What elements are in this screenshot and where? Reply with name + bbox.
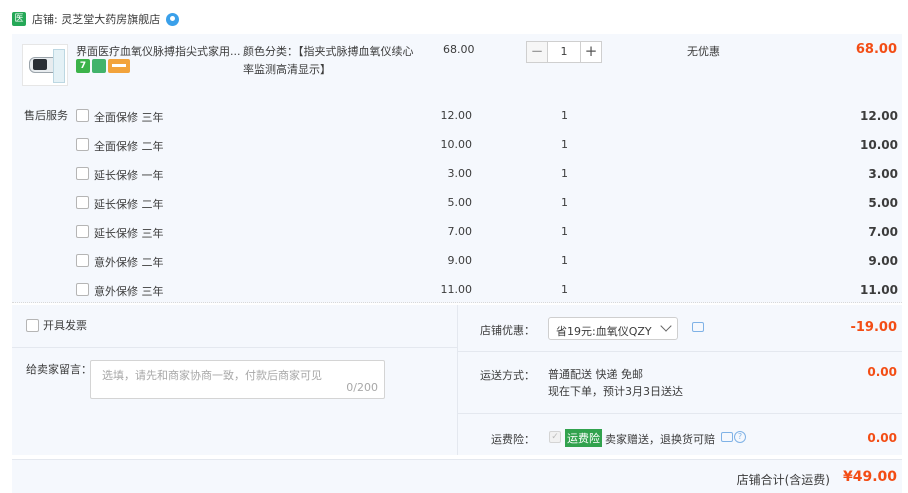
promo-value: -19.00 [850,320,897,335]
service-checkbox[interactable] [76,283,89,296]
service-name: 延长保修 一年 [94,169,164,182]
store-promo-select[interactable]: 省19元:血氧仪QZY [548,317,678,340]
service-price: 3.00 [447,167,473,180]
quantity-stepper: − 1 + [526,41,602,63]
service-name: 全面保修 三年 [94,111,164,124]
unit-price: 68.00 [443,43,475,56]
service-row: 延长保修 三年 7.00 1 7.00 [12,223,902,240]
insurance-value: 0.00 [867,431,897,445]
service-checkbox[interactable] [76,196,89,209]
invoice-checkbox[interactable] [26,318,39,332]
product-badges: 7 [76,59,130,73]
insurance-tag: 运费险 [565,429,602,447]
divider [12,347,457,348]
service-name: 全面保修 二年 [94,140,164,153]
store-total-bar: 店铺合计(含运费) ¥49.00 [12,459,902,493]
oximeter-screen-shape [33,59,47,70]
chat-bubble-icon[interactable] [721,432,733,442]
credit-card-icon[interactable] [108,59,130,73]
service-name: 延长保修 三年 [94,227,164,240]
product-subtotal: 68.00 [855,42,897,57]
service-price: 10.00 [440,138,473,151]
service-subtotal: 11.00 [860,283,898,297]
service-price: 11.00 [440,283,473,296]
service-subtotal: 5.00 [868,196,898,210]
service-subtotal: 3.00 [868,167,898,181]
service-qty: 1 [561,167,568,180]
quantity-plus-button[interactable]: + [580,41,602,63]
invoice-option[interactable]: 开具发票 [26,317,87,333]
seven-day-return-icon[interactable]: 7 [76,59,90,73]
quantity-input[interactable]: 1 [548,41,580,63]
quantity-minus-button[interactable]: − [526,41,548,63]
service-name: 意外保修 三年 [94,285,164,298]
invoice-label[interactable]: 开具发票 [43,317,87,333]
help-icon[interactable]: ? [734,431,746,443]
chat-bubble-icon[interactable] [692,322,704,332]
message-placeholder: 选填，请先和商家协商一致，付款后商家可见 [102,369,322,382]
insurance-desc: 卖家赠送，退换货可赔 [605,433,715,446]
product-spec: 颜色分类：【指夹式脉搏血氧仪续心率监测高清显示】 [243,45,414,76]
service-row: 全面保修 二年 10.00 1 10.00 [12,136,902,153]
insurance-label: 运费险： [491,433,535,446]
service-price: 9.00 [447,254,473,267]
service-row: 意外保修 二年 9.00 1 9.00 [12,252,902,269]
store-total-value: ¥49.00 [842,469,897,485]
store-header: 医 店铺: 灵芝堂大药房旗舰店 [12,11,180,27]
store-total-label: 店铺合计(含运费) [736,473,830,487]
order-options-panel: 开具发票 给卖家留言： 选填，请先和商家协商一致，付款后商家可见 0/200 店… [12,305,902,455]
service-qty: 1 [561,109,568,122]
divider [458,351,902,352]
store-promo-label: 店铺优惠： [480,324,535,337]
service-price: 7.00 [447,225,473,238]
medical-guarantee-icon[interactable] [92,59,106,73]
service-checkbox[interactable] [76,254,89,267]
vertical-divider [457,305,458,455]
shipping-value: 0.00 [867,365,897,379]
discount-info: 无优惠 [687,45,720,58]
shipping-method: 普通配送 快递 免邮 [548,368,643,381]
service-name: 延长保修 二年 [94,198,164,211]
insurance-checkbox[interactable]: ✓ [549,431,561,443]
service-qty: 1 [561,196,568,209]
product-box-shape [53,49,65,83]
item-panel: 界面医疗血氧仪脉搏指尖式家用... 7 颜色分类：【指夹式脉搏血氧仪续心率监测高… [12,34,902,303]
service-price: 5.00 [447,196,473,209]
divider [458,413,902,414]
service-subtotal: 7.00 [868,225,898,239]
promo-selected-value: 省19元:血氧仪QZY [556,325,652,338]
chat-icon[interactable] [166,12,180,26]
service-qty: 1 [561,254,568,267]
service-subtotal: 10.00 [860,138,898,152]
service-checkbox[interactable] [76,167,89,180]
service-price: 12.00 [440,109,473,122]
service-row: 延长保修 一年 3.00 1 3.00 [12,165,902,182]
service-row: 延长保修 二年 5.00 1 5.00 [12,194,902,211]
seller-message-input[interactable]: 选填，请先和商家协商一致，付款后商家可见 0/200 [90,360,385,399]
store-name-link[interactable]: 店铺: 灵芝堂大药房旗舰店 [32,11,160,27]
product-thumbnail[interactable] [22,44,68,86]
service-row: 意外保修 三年 11.00 1 11.00 [12,281,902,298]
service-qty: 1 [561,283,568,296]
store-badge: 医 [12,12,26,26]
service-checkbox[interactable] [76,109,89,122]
service-checkbox[interactable] [76,225,89,238]
service-row: 全面保修 三年 12.00 1 12.00 [12,107,902,124]
service-name: 意外保修 二年 [94,256,164,269]
service-subtotal: 9.00 [868,254,898,268]
chevron-down-icon [660,320,672,332]
service-subtotal: 12.00 [860,109,898,123]
service-checkbox[interactable] [76,138,89,151]
shipping-eta: 现在下单，预计3月3日送达 [548,385,683,398]
service-qty: 1 [561,138,568,151]
shipping-label: 运送方式： [480,369,535,382]
product-title-link[interactable]: 界面医疗血氧仪脉搏指尖式家用... [76,43,241,59]
message-char-count: 0/200 [346,381,378,394]
service-qty: 1 [561,225,568,238]
message-label: 给卖家留言： [26,363,92,376]
